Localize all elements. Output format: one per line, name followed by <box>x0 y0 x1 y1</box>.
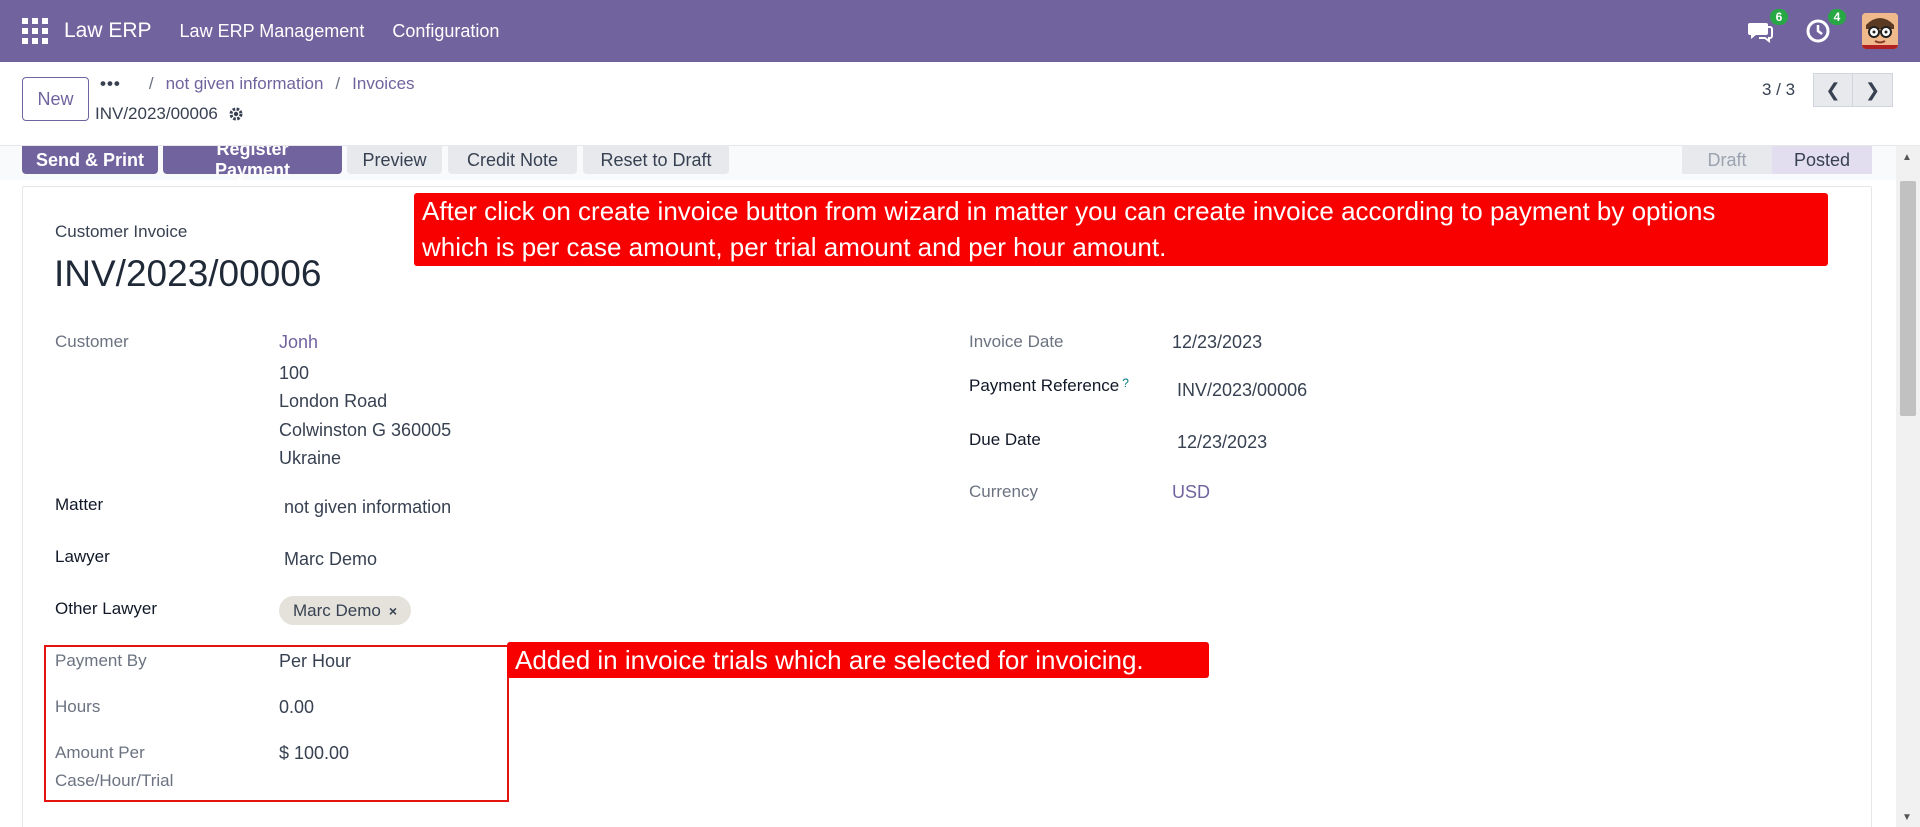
payment-reference-field[interactable]: INV/2023/00006 <box>1177 380 1307 401</box>
address-line-3: Colwinston G 360005 <box>279 420 452 440</box>
activities-badge: 4 <box>1828 9 1846 25</box>
scroll-thumb[interactable] <box>1900 181 1916 416</box>
messages-badge: 6 <box>1770 9 1788 25</box>
address-line-4: Ukraine <box>279 448 342 468</box>
invoice-date-field[interactable]: 12/23/2023 <box>1172 332 1262 353</box>
document-type: Customer Invoice <box>55 222 188 241</box>
scroll-up-arrow-icon[interactable]: ▲ <box>1902 152 1912 163</box>
currency-field[interactable]: USD <box>1172 482 1210 503</box>
record-name-text: INV/2023/00006 <box>95 104 218 123</box>
page-scrollbar[interactable]: ▲ ▼ <box>1896 146 1920 827</box>
top-navbar: Law ERP Law ERP Management Configuration… <box>0 0 1920 62</box>
address-line-1: 100 <box>279 363 310 383</box>
invoice-date-label: Invoice Date <box>969 332 1064 351</box>
help-tooltip-icon[interactable]: ? <box>1122 376 1129 390</box>
annotation-top: After click on create invoice button fro… <box>414 193 1828 266</box>
pager-next-button[interactable]: ❯ <box>1853 73 1893 107</box>
credit-note-button[interactable]: Credit Note <box>448 146 577 174</box>
current-record: INV/2023/00006 <box>95 104 244 124</box>
currency-label: Currency <box>969 482 1038 501</box>
register-payment-button[interactable]: Register Payment <box>163 146 342 180</box>
activities-clock-icon[interactable]: 4 <box>1804 9 1846 45</box>
pager-prev-button[interactable]: ❮ <box>1813 73 1853 107</box>
chevron-right-icon: ❯ <box>1864 79 1881 100</box>
matter-label: Matter <box>55 495 104 514</box>
user-avatar[interactable] <box>1862 13 1898 49</box>
annotation-bottom: Added in invoice trials which are select… <box>507 642 1209 678</box>
payment-reference-label-text: Payment Reference <box>969 376 1120 395</box>
lawyer-field[interactable]: Marc Demo <box>284 549 377 570</box>
reset-to-draft-button[interactable]: Reset to Draft <box>583 146 729 174</box>
menu-law-erp-management[interactable]: Law ERP Management <box>180 21 365 42</box>
other-lawyer-tag[interactable]: Marc Demo × <box>279 596 412 625</box>
pager-buttons: ❮ ❯ <box>1813 73 1893 107</box>
breadcrumb-matter[interactable]: not given information <box>166 74 324 94</box>
app-brand[interactable]: Law ERP <box>64 19 152 43</box>
breadcrumb-more-icon[interactable]: ••• <box>100 74 121 94</box>
statusbar: Send & Print Register Payment Preview Cr… <box>0 146 1896 180</box>
remove-tag-icon[interactable]: × <box>389 603 397 619</box>
breadcrumb: ••• / not given information / Invoices <box>100 74 415 94</box>
lawyer-label: Lawyer <box>55 547 110 566</box>
send-print-button[interactable]: Send & Print <box>22 146 158 174</box>
pager-value: 3 / 3 <box>1762 80 1796 99</box>
annotation-top-line-1: After click on create invoice button fro… <box>422 196 1716 226</box>
stage-posted[interactable]: Posted <box>1772 146 1872 174</box>
breadcrumb-invoices[interactable]: Invoices <box>352 74 414 94</box>
chevron-left-icon: ❮ <box>1825 79 1841 100</box>
scroll-down-arrow-icon[interactable]: ▼ <box>1902 812 1912 823</box>
payment-highlight-box <box>44 645 509 802</box>
messages-icon[interactable]: 6 <box>1746 9 1788 45</box>
address-line-2: London Road <box>279 391 388 411</box>
invoice-number-title: INV/2023/00006 <box>54 253 322 294</box>
due-date-field[interactable]: 12/23/2023 <box>1177 432 1267 453</box>
gear-icon[interactable] <box>228 106 244 122</box>
stage-draft[interactable]: Draft <box>1682 146 1772 174</box>
customer-label: Customer <box>55 332 129 351</box>
payment-reference-label: Payment Reference? <box>969 376 1129 396</box>
customer-field[interactable]: Jonh <box>279 332 318 353</box>
preview-button[interactable]: Preview <box>347 146 442 174</box>
other-lawyer-label: Other Lawyer <box>55 599 158 618</box>
annotation-top-line-2: which is per case amount, per trial amou… <box>422 232 1167 262</box>
control-panel: New ••• / not given information / Invoic… <box>0 62 1920 146</box>
apps-menu-icon[interactable] <box>22 18 48 44</box>
other-lawyer-tag-label: Marc Demo <box>293 600 381 620</box>
new-button[interactable]: New <box>22 77 89 121</box>
matter-field[interactable]: not given information <box>284 497 451 518</box>
menu-configuration[interactable]: Configuration <box>392 21 499 42</box>
due-date-label: Due Date <box>969 430 1041 449</box>
